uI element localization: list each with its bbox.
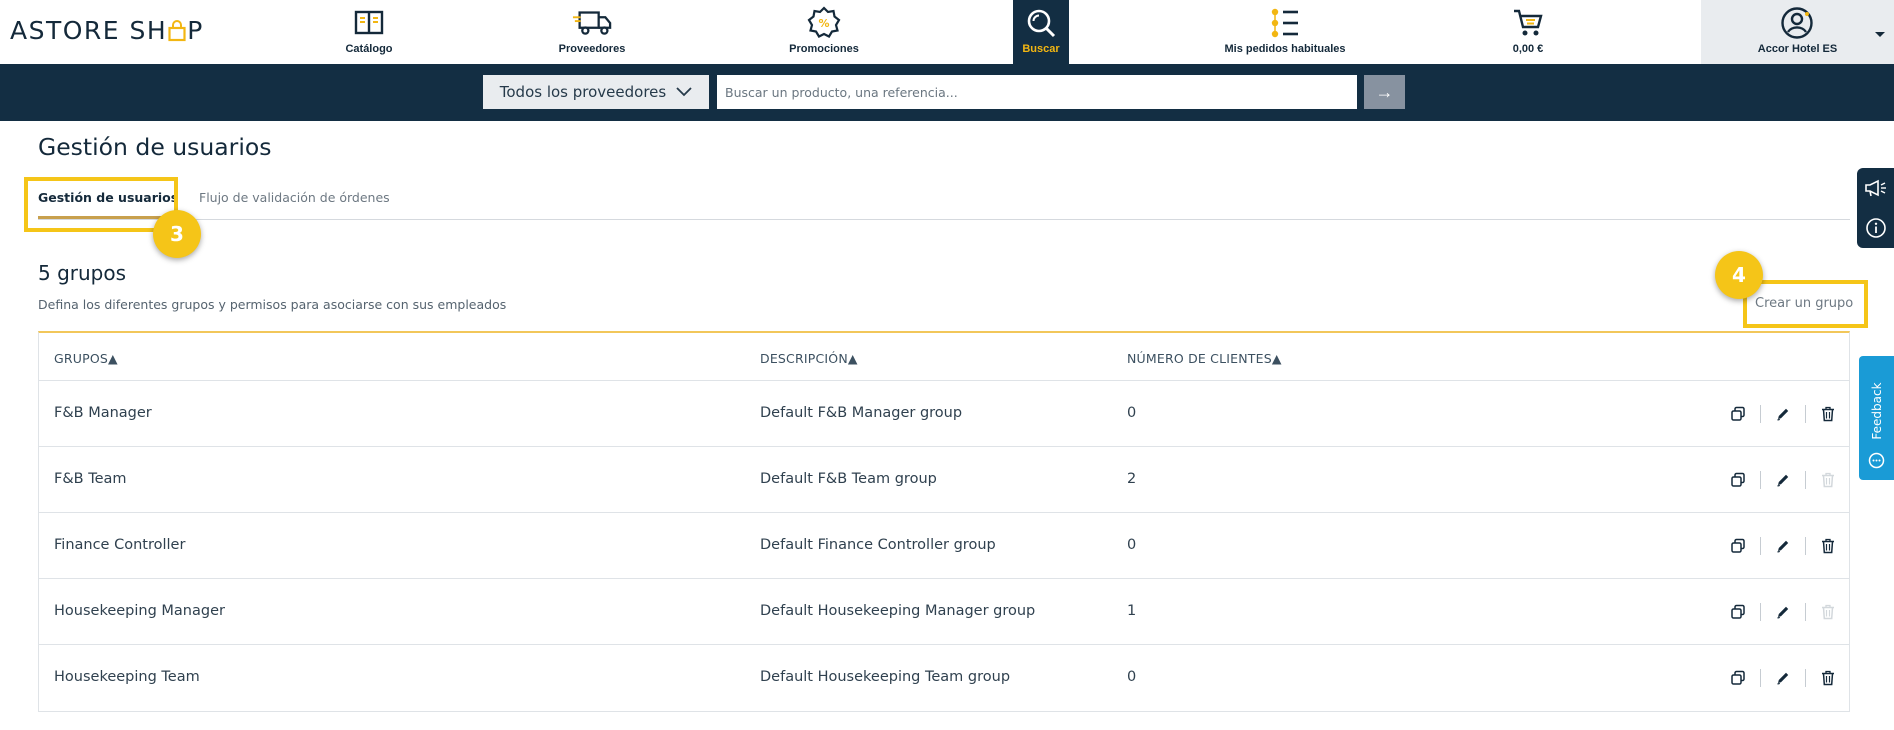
group-name: Finance Controller — [54, 537, 186, 553]
edit-pencil-icon[interactable] — [1761, 599, 1805, 625]
edit-pencil-icon[interactable] — [1761, 533, 1805, 559]
search-icon — [1021, 6, 1061, 40]
group-description: Default Housekeeping Manager group — [760, 603, 1036, 619]
nav-promotions[interactable]: % Promociones — [782, 0, 866, 64]
nav-habitual-orders[interactable]: Mis pedidos habituales — [1220, 0, 1350, 64]
arrow-right-icon: → — [1375, 81, 1394, 102]
nav-suppliers[interactable]: Proveedores — [552, 0, 632, 64]
nav-habitual-orders-label: Mis pedidos habituales — [1224, 43, 1346, 55]
search-submit-button[interactable]: → — [1364, 75, 1405, 109]
top-header: ASTORE SH P Catálogo Proveedores % Promo… — [0, 0, 1894, 64]
sort-asc-icon: ▲ — [847, 351, 858, 366]
sort-asc-icon: ▲ — [108, 351, 118, 366]
group-description: Default F&B Team group — [760, 471, 937, 487]
table-row: F&B Manager Default F&B Manager group 0 — [39, 381, 1849, 447]
edit-pencil-icon[interactable] — [1761, 467, 1805, 493]
table-row: Housekeeping Team Default Housekeeping T… — [39, 645, 1849, 711]
group-client-count: 0 — [1127, 405, 1137, 421]
group-client-count: 1 — [1127, 603, 1137, 619]
logo-text-right: P — [187, 16, 204, 45]
row-actions — [1716, 599, 1850, 625]
row-actions — [1716, 665, 1850, 691]
step-badge-4: 4 — [1715, 251, 1763, 299]
table-row: Housekeeping Manager Default Housekeepin… — [39, 579, 1849, 645]
duplicate-icon[interactable] — [1716, 665, 1760, 691]
store-logo[interactable]: ASTORE SH P — [10, 16, 204, 45]
group-description: Default F&B Manager group — [760, 405, 963, 421]
trash-icon[interactable] — [1806, 533, 1850, 559]
group-name: F&B Manager — [54, 405, 152, 421]
trash-icon-disabled — [1806, 467, 1850, 493]
nav-suppliers-label: Proveedores — [558, 43, 626, 55]
column-header-groups[interactable]: GRUPOS▲ — [54, 351, 118, 366]
shopping-bag-icon — [168, 19, 186, 41]
supplier-dropdown-label: Todos los proveedores — [499, 83, 667, 101]
feedback-label: Feedback — [1869, 381, 1884, 440]
search-input[interactable] — [717, 75, 1357, 109]
step-badge-3: 3 — [153, 210, 201, 258]
trash-icon[interactable] — [1806, 401, 1850, 427]
nav-search-label: Buscar — [1022, 43, 1060, 55]
search-bar: Todos los proveedores → — [0, 64, 1894, 121]
page-title: Gestión de usuarios — [38, 133, 272, 161]
chevron-down-icon[interactable] — [1874, 26, 1886, 44]
table-header: GRUPOS▲ DESCRIPCIÓN▲ NÚMERO DE CLIENTES▲ — [39, 333, 1849, 381]
edit-pencil-icon[interactable] — [1761, 665, 1805, 691]
column-header-description[interactable]: DESCRIPCIÓN▲ — [760, 351, 858, 366]
nav-catalog-label: Catálogo — [345, 43, 393, 55]
nav-catalog[interactable]: Catálogo — [331, 0, 407, 64]
trash-icon[interactable] — [1806, 665, 1850, 691]
feedback-chat-icon — [1868, 452, 1885, 474]
group-client-count: 2 — [1127, 471, 1137, 487]
announcement-icon[interactable] — [1857, 168, 1894, 208]
group-description: Default Housekeeping Team group — [760, 669, 1011, 685]
sort-asc-icon: ▲ — [1271, 351, 1282, 366]
group-description: Default Finance Controller group — [760, 537, 996, 553]
cart-icon — [1508, 6, 1548, 40]
nav-cart-total: 0,00 € — [1512, 43, 1544, 55]
svg-text:%: % — [818, 17, 829, 30]
groups-table: GRUPOS▲ DESCRIPCIÓN▲ NÚMERO DE CLIENTES▲… — [38, 331, 1850, 712]
group-client-count: 0 — [1127, 669, 1137, 685]
nav-cart[interactable]: 0,00 € — [1500, 0, 1556, 64]
table-row: F&B Team Default F&B Team group 2 — [39, 447, 1849, 513]
create-group-link[interactable]: Crear un grupo — [1755, 296, 1853, 311]
side-widget-panel — [1857, 168, 1894, 248]
account-menu[interactable]: Accor Hotel ES — [1701, 0, 1894, 64]
chevron-down-icon — [676, 83, 692, 101]
duplicate-icon[interactable] — [1716, 467, 1760, 493]
user-account-icon — [1777, 6, 1817, 40]
book-icon — [349, 6, 389, 40]
trash-icon-disabled — [1806, 599, 1850, 625]
row-actions — [1716, 533, 1850, 559]
group-name: Housekeeping Team — [54, 669, 200, 685]
group-client-count: 0 — [1127, 537, 1137, 553]
duplicate-icon[interactable] — [1716, 599, 1760, 625]
nav-search[interactable]: Buscar — [1013, 0, 1069, 64]
list-icon — [1265, 6, 1305, 40]
groups-description: Defina los diferentes grupos y permisos … — [38, 297, 507, 312]
table-row: Finance Controller Default Finance Contr… — [39, 513, 1849, 579]
duplicate-icon[interactable] — [1716, 533, 1760, 559]
feedback-tab[interactable]: Feedback — [1859, 356, 1894, 480]
row-actions — [1716, 401, 1850, 427]
account-label: Accor Hotel ES — [1757, 43, 1838, 55]
nav-promotions-label: Promociones — [789, 43, 859, 55]
column-header-clients[interactable]: NÚMERO DE CLIENTES▲ — [1127, 351, 1282, 366]
group-name: Housekeeping Manager — [54, 603, 225, 619]
percent-badge-icon: % — [804, 6, 844, 40]
row-actions — [1716, 467, 1850, 493]
info-icon[interactable] — [1857, 208, 1894, 248]
duplicate-icon[interactable] — [1716, 401, 1760, 427]
groups-count: 5 grupos — [38, 261, 127, 285]
supplier-dropdown[interactable]: Todos los proveedores — [483, 75, 709, 109]
logo-text-left: ASTORE SH — [10, 16, 168, 45]
tab-bar: Gestión de usuarios Flujo de validación … — [38, 180, 1850, 220]
edit-pencil-icon[interactable] — [1761, 401, 1805, 427]
tab-order-validation-flow[interactable]: Flujo de validación de órdenes — [199, 190, 390, 205]
group-name: F&B Team — [54, 471, 127, 487]
truck-icon — [572, 6, 612, 40]
